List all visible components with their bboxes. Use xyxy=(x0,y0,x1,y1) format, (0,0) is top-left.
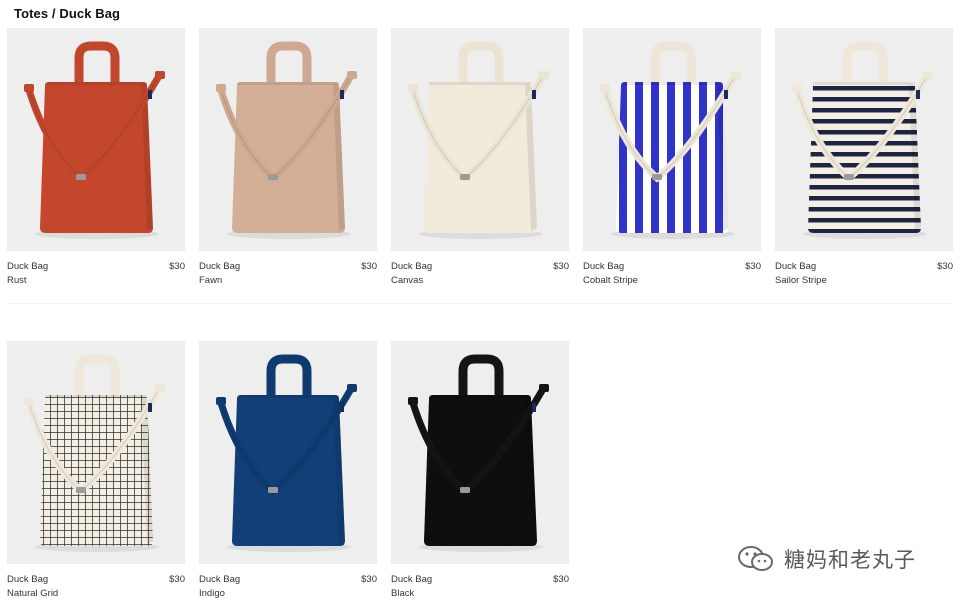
product-photo[interactable] xyxy=(199,341,377,564)
product-color: Canvas xyxy=(391,275,424,286)
product-name[interactable]: Duck Bag xyxy=(7,260,48,273)
product-image xyxy=(391,28,569,251)
product-card[interactable]: Duck Bag Rust $30 xyxy=(7,28,185,292)
product-meta: Duck Bag Natural Grid $30 xyxy=(7,573,185,605)
product-card[interactable]: Duck Bag Cobalt Stripe $30 xyxy=(583,28,761,292)
product-photo[interactable] xyxy=(7,28,185,251)
product-image xyxy=(7,341,185,564)
product-photo[interactable] xyxy=(583,28,761,251)
product-color: Fawn xyxy=(199,275,223,286)
product-name[interactable]: Duck Bag xyxy=(391,573,432,586)
product-image xyxy=(199,28,377,251)
product-color: Rust xyxy=(7,275,27,286)
breadcrumb[interactable]: Totes / Duck Bag xyxy=(14,6,120,21)
product-photo[interactable] xyxy=(775,28,953,251)
product-meta: Duck Bag Cobalt Stripe $30 xyxy=(583,260,761,292)
product-price: $30 xyxy=(169,574,185,585)
product-image xyxy=(391,341,569,564)
product-meta: Duck Bag Sailor Stripe $30 xyxy=(775,260,953,292)
product-color: Black xyxy=(391,588,415,599)
row-divider xyxy=(7,303,952,304)
product-price: $30 xyxy=(745,261,761,272)
product-photo[interactable] xyxy=(391,341,569,564)
product-card[interactable]: Duck Bag Sailor Stripe $30 xyxy=(775,28,953,292)
product-meta: Duck Bag Canvas $30 xyxy=(391,260,569,292)
product-photo[interactable] xyxy=(7,341,185,564)
product-price: $30 xyxy=(169,261,185,272)
product-color: Cobalt Stripe xyxy=(583,275,638,286)
product-image xyxy=(199,341,377,564)
product-card[interactable]: Duck Bag Fawn $30 xyxy=(199,28,377,292)
product-photo[interactable] xyxy=(199,28,377,251)
product-price: $30 xyxy=(553,574,569,585)
product-card[interactable]: Duck Bag Canvas $30 xyxy=(391,28,569,292)
product-card[interactable]: Duck Bag Indigo $30 xyxy=(199,341,377,605)
product-name[interactable]: Duck Bag xyxy=(391,260,432,273)
product-meta: Duck Bag Indigo $30 xyxy=(199,573,377,605)
wechat-icon xyxy=(738,546,773,571)
product-price: $30 xyxy=(553,261,569,272)
product-price: $30 xyxy=(361,261,377,272)
product-photo[interactable] xyxy=(391,28,569,251)
product-name[interactable]: Duck Bag xyxy=(199,573,240,586)
product-name[interactable]: Duck Bag xyxy=(199,260,240,273)
product-color: Indigo xyxy=(199,588,225,599)
product-meta: Duck Bag Black $30 xyxy=(391,573,569,605)
product-meta: Duck Bag Fawn $30 xyxy=(199,260,377,292)
product-name[interactable]: Duck Bag xyxy=(775,260,816,273)
product-card[interactable]: Duck Bag Natural Grid $30 xyxy=(7,341,185,605)
product-name[interactable]: Duck Bag xyxy=(7,573,48,586)
watermark: 糖妈和老丸子 xyxy=(736,544,916,574)
product-image xyxy=(775,28,953,251)
watermark-text: 糖妈和老丸子 xyxy=(784,548,916,572)
product-name[interactable]: Duck Bag xyxy=(583,260,624,273)
product-price: $30 xyxy=(937,261,953,272)
product-color: Sailor Stripe xyxy=(775,275,827,286)
product-price: $30 xyxy=(361,574,377,585)
product-image xyxy=(583,28,761,251)
product-card[interactable]: Duck Bag Black $30 xyxy=(391,341,569,605)
product-meta: Duck Bag Rust $30 xyxy=(7,260,185,292)
product-color: Natural Grid xyxy=(7,588,59,599)
product-image xyxy=(7,28,185,251)
